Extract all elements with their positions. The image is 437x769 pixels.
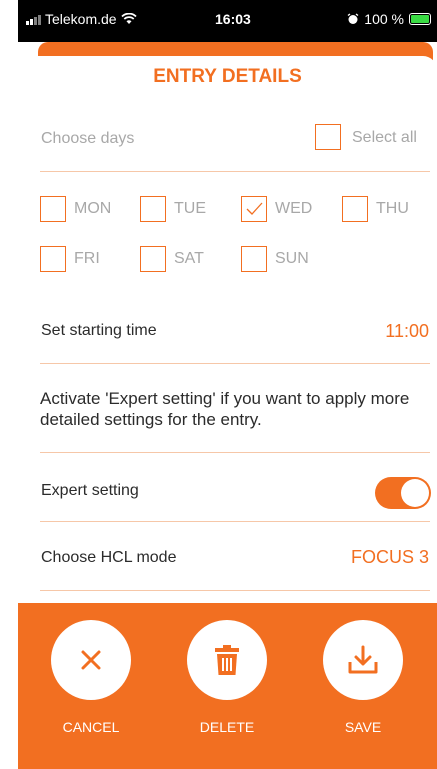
day-sat[interactable]: SAT <box>140 246 204 272</box>
checkmark-icon <box>246 202 263 215</box>
day-fri[interactable]: FRI <box>40 246 100 272</box>
cancel-button[interactable]: CANCEL <box>36 620 146 735</box>
divider <box>40 171 430 172</box>
divider <box>40 452 430 453</box>
day-label: MON <box>74 200 112 217</box>
day-checkbox[interactable] <box>40 246 66 272</box>
delete-circle[interactable] <box>187 620 267 700</box>
wifi-icon <box>120 13 137 24</box>
status-right: 100 % <box>347 11 431 27</box>
expert-setting-label: Expert setting <box>41 482 139 499</box>
day-checkbox-checked[interactable] <box>241 196 267 222</box>
day-label: THU <box>376 200 409 217</box>
day-sun[interactable]: SUN <box>241 246 309 272</box>
day-label: WED <box>275 200 313 217</box>
day-checkbox[interactable] <box>342 196 368 222</box>
day-mon[interactable]: MON <box>40 196 111 222</box>
select-all-checkbox[interactable] <box>315 124 341 150</box>
battery-percent: 100 % <box>364 11 404 27</box>
day-wed[interactable]: WED <box>241 196 312 222</box>
alarm-icon <box>347 13 359 24</box>
download-tray-icon <box>348 645 378 674</box>
battery-icon <box>409 13 431 25</box>
starting-time-value[interactable]: 11:00 <box>385 321 429 342</box>
action-bar: CANCEL DELETE SAVE <box>18 603 437 769</box>
expert-setting-info: Activate 'Expert setting' if you want to… <box>40 389 410 429</box>
delete-button[interactable]: DELETE <box>172 620 282 735</box>
starting-time-label: Set starting time <box>41 322 157 339</box>
divider <box>40 590 430 591</box>
status-time: 16:03 <box>215 11 251 27</box>
status-bar: Telekom.de 16:03 100 % <box>18 0 437 42</box>
select-all-label: Select all <box>352 129 417 146</box>
day-label: SAT <box>174 250 204 267</box>
delete-label: DELETE <box>199 719 255 735</box>
signal-icon <box>26 14 41 25</box>
divider <box>40 363 430 364</box>
toggle-knob <box>401 479 429 507</box>
trash-icon <box>215 645 239 675</box>
day-thu[interactable]: THU <box>342 196 409 222</box>
save-label: SAVE <box>344 719 382 735</box>
divider <box>40 521 430 522</box>
day-checkbox[interactable] <box>241 246 267 272</box>
day-label: FRI <box>74 250 100 267</box>
choose-days-label: Choose days <box>41 130 135 147</box>
save-circle[interactable] <box>323 620 403 700</box>
close-icon <box>81 650 101 670</box>
day-label: TUE <box>174 200 206 217</box>
day-tue[interactable]: TUE <box>140 196 206 222</box>
hcl-mode-label: Choose HCL mode <box>41 549 177 566</box>
save-button[interactable]: SAVE <box>308 620 418 735</box>
day-label: SUN <box>275 250 309 267</box>
day-checkbox[interactable] <box>140 246 166 272</box>
page-title: ENTRY DETAILS <box>153 66 302 87</box>
cancel-label: CANCEL <box>62 719 120 735</box>
carrier-name: Telekom.de <box>45 11 117 27</box>
day-checkbox[interactable] <box>40 196 66 222</box>
status-left: Telekom.de <box>26 11 137 27</box>
day-checkbox[interactable] <box>140 196 166 222</box>
hcl-mode-value[interactable]: FOCUS 3 <box>351 547 429 568</box>
expert-setting-toggle[interactable] <box>375 477 431 509</box>
cancel-circle[interactable] <box>51 620 131 700</box>
